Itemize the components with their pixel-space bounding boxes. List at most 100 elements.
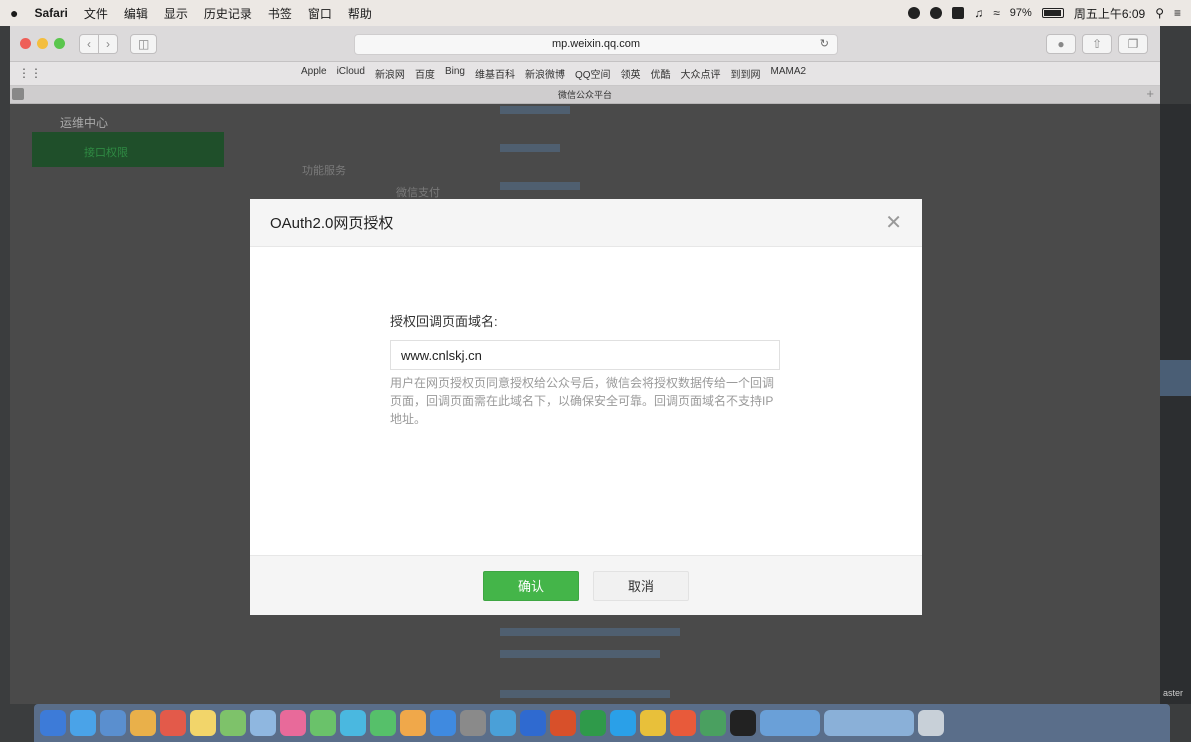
dialog-title: OAuth2.0网页授权 — [270, 215, 394, 232]
qq-icon[interactable] — [610, 710, 636, 736]
extension-icon[interactable]: ● — [1046, 34, 1076, 54]
ibooks-icon[interactable] — [400, 710, 426, 736]
favorite-link[interactable]: Apple — [301, 66, 327, 81]
url-text: mp.weixin.qq.com — [551, 38, 641, 50]
sidebar-item-api-permissions[interactable]: 接口权限 — [32, 132, 224, 167]
close-window-button[interactable] — [20, 38, 31, 49]
zoom-window-button[interactable] — [54, 38, 65, 49]
forward-button[interactable]: › — [99, 33, 118, 54]
menu-history[interactable]: 历史记录 — [204, 5, 252, 22]
desktop-edge-label: aster — [1163, 688, 1184, 698]
confirm-button[interactable]: 确认 — [483, 570, 579, 601]
facetime-icon[interactable] — [340, 710, 366, 736]
callback-domain-input[interactable] — [390, 340, 780, 370]
favorite-link[interactable]: 新浪微博 — [525, 66, 565, 81]
minimize-window-button[interactable] — [37, 38, 48, 49]
battery-percent: 97% — [1009, 7, 1032, 19]
desktop-window-edge — [1160, 360, 1191, 396]
favorite-link[interactable]: Bing — [445, 66, 465, 81]
notification-center-icon[interactable]: ≡ — [1174, 6, 1181, 20]
wifi-icon[interactable]: ≈ — [993, 6, 1000, 20]
nav-buttons: ‹ › — [79, 33, 118, 54]
top-sites-icon[interactable]: ⋮⋮ — [18, 66, 42, 80]
menu-app-safari[interactable]: Safari — [34, 6, 67, 20]
powerpoint-icon[interactable] — [550, 710, 576, 736]
toolbar-actions: ● ⇧ ❐ — [1046, 34, 1148, 54]
window-controls — [20, 38, 65, 49]
trash-icon[interactable] — [918, 710, 944, 736]
favorite-link[interactable]: 维基百科 — [475, 66, 515, 81]
spotlight-icon[interactable]: ⚲ — [1155, 6, 1164, 20]
table-row — [500, 650, 660, 658]
terminal-icon[interactable] — [730, 710, 756, 736]
table-row — [500, 628, 680, 636]
menu-view[interactable]: 显示 — [164, 5, 188, 22]
app-icon[interactable] — [640, 710, 666, 736]
new-tab-icon[interactable]: + — [1146, 86, 1154, 101]
maps-icon[interactable] — [370, 710, 396, 736]
folder-icon[interactable] — [760, 710, 820, 736]
clock[interactable]: 周五上午6:09 — [1074, 5, 1145, 22]
stickies-icon[interactable] — [190, 710, 216, 736]
calendar-icon[interactable] — [160, 710, 186, 736]
desktop-edge — [1160, 104, 1191, 704]
settings-icon[interactable] — [460, 710, 486, 736]
dialog-footer: 确认 取消 — [250, 555, 922, 615]
notes-icon[interactable] — [130, 710, 156, 736]
table-row — [500, 690, 670, 698]
tabs-overview-icon[interactable]: ❐ — [1118, 34, 1148, 54]
cancel-button[interactable]: 取消 — [593, 570, 689, 601]
table-row — [500, 106, 570, 114]
menu-file[interactable]: 文件 — [84, 5, 108, 22]
share-icon[interactable]: ⇧ — [1082, 34, 1112, 54]
close-icon[interactable]: ✕ — [885, 210, 902, 235]
table-row — [500, 144, 560, 152]
wechat-icon[interactable] — [700, 710, 726, 736]
safari-icon[interactable] — [70, 710, 96, 736]
apple-menu-icon[interactable]: ● — [10, 5, 18, 21]
volume-icon[interactable]: ♫ — [974, 6, 983, 20]
favorite-link[interactable]: 优酷 — [651, 66, 671, 81]
favorite-link[interactable]: 领英 — [621, 66, 641, 81]
sidebar-toggle-button[interactable]: ◫ — [130, 33, 158, 54]
menu-bookmarks[interactable]: 书签 — [268, 5, 292, 22]
favorites-bar: ⋮⋮ Apple iCloud 新浪网 百度 Bing 维基百科 新浪微博 QQ… — [10, 62, 1160, 86]
favorite-link[interactable]: MAMA2 — [771, 66, 807, 81]
excel-icon[interactable] — [580, 710, 606, 736]
photos-icon[interactable] — [250, 710, 276, 736]
tab-title[interactable]: 微信公众平台 — [10, 88, 1160, 101]
itunes-icon[interactable] — [280, 710, 306, 736]
favorite-link[interactable]: 新浪网 — [375, 66, 405, 81]
tray-status-icon[interactable] — [930, 7, 943, 19]
tray-app-icon[interactable] — [908, 7, 921, 19]
dialog-header: OAuth2.0网页授权 ✕ — [250, 199, 922, 247]
tray-display-icon[interactable] — [952, 7, 965, 19]
favorite-link[interactable]: QQ空间 — [575, 66, 611, 81]
address-bar[interactable]: mp.weixin.qq.com ↻ — [354, 34, 838, 55]
menu-window[interactable]: 窗口 — [308, 5, 332, 22]
chrome-icon[interactable] — [670, 710, 696, 736]
mac-menubar: ● Safari 文件 编辑 显示 历史记录 书签 窗口 帮助 ♫ ≈ 97% … — [0, 0, 1191, 26]
sidebar-item-ops[interactable]: 运维中心 — [60, 114, 108, 131]
favorite-link[interactable]: 到到网 — [731, 66, 761, 81]
favorite-link[interactable]: 大众点评 — [681, 66, 721, 81]
favorite-link[interactable]: 百度 — [415, 66, 435, 81]
battery-icon[interactable] — [1041, 8, 1064, 18]
favorite-link[interactable]: iCloud — [337, 66, 365, 81]
favorites-list: Apple iCloud 新浪网 百度 Bing 维基百科 新浪微博 QQ空间 … — [301, 66, 806, 81]
status-tray: ♫ ≈ 97% 周五上午6:09 ⚲ ≡ — [908, 5, 1181, 22]
menu-help[interactable]: 帮助 — [348, 5, 372, 22]
menu-edit[interactable]: 编辑 — [124, 5, 148, 22]
app-store-icon[interactable] — [430, 710, 456, 736]
downloads-stack-icon[interactable] — [824, 710, 914, 736]
reload-icon[interactable]: ↻ — [820, 35, 829, 54]
word-icon[interactable] — [520, 710, 546, 736]
dialog-body: 授权回调页面域名: 用户在网页授权页同意授权给公众号后，微信会将授权数据传给一个… — [250, 247, 922, 428]
messages-icon[interactable] — [310, 710, 336, 736]
row-label: 微信支付 — [396, 187, 440, 199]
finder-icon[interactable] — [40, 710, 66, 736]
launchpad-icon[interactable] — [490, 710, 516, 736]
back-button[interactable]: ‹ — [79, 33, 99, 54]
preview-icon[interactable] — [100, 710, 126, 736]
numbers-icon[interactable] — [220, 710, 246, 736]
